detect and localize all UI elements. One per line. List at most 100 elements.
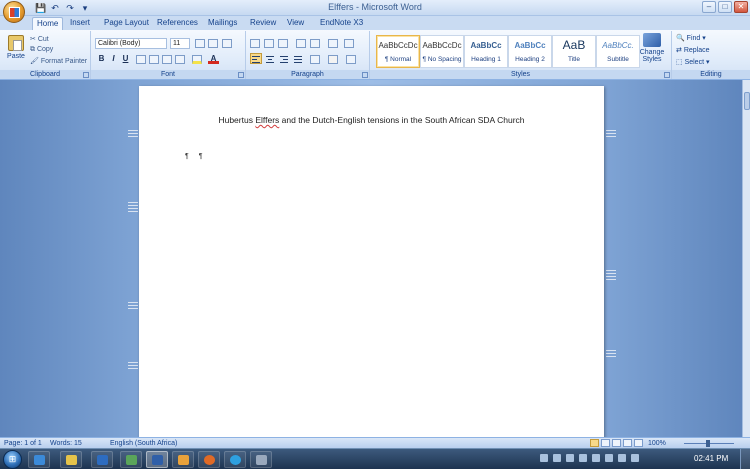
- increase-indent-icon[interactable]: [310, 39, 320, 48]
- tab-home[interactable]: Home: [32, 17, 64, 30]
- grow-font-icon[interactable]: [195, 39, 205, 48]
- change-styles-icon: [643, 33, 661, 47]
- sort-icon[interactable]: [328, 39, 338, 48]
- margin-marks-left: [128, 302, 138, 311]
- tab-insert[interactable]: Insert: [66, 17, 94, 30]
- style-title[interactable]: AaB Title: [552, 35, 596, 68]
- copy-button[interactable]: ⧉ Copy: [30, 46, 53, 54]
- paragraph-dialog-launcher[interactable]: [362, 72, 368, 78]
- tab-review[interactable]: Review: [246, 17, 280, 30]
- format-painter-button[interactable]: 🖌 Format Painter: [30, 57, 87, 65]
- align-center-icon[interactable]: [264, 53, 276, 64]
- align-right-icon[interactable]: [278, 53, 290, 64]
- taskbar-app[interactable]: [120, 451, 142, 468]
- office-button[interactable]: [3, 1, 25, 23]
- tab-endnote[interactable]: EndNote X3: [316, 17, 367, 30]
- cut-button[interactable]: ✂ Cut: [30, 35, 49, 43]
- style-heading-2[interactable]: AaBbCc Heading 2: [508, 35, 552, 68]
- margin-marks-left: [128, 130, 138, 139]
- taskbar-firefox[interactable]: [198, 451, 220, 468]
- tray-icon[interactable]: [540, 454, 548, 462]
- superscript-icon[interactable]: [162, 55, 172, 64]
- outline-view-button[interactable]: [623, 439, 632, 447]
- highlight-icon[interactable]: [192, 55, 202, 64]
- document-title[interactable]: Hubertus Elffers and the Dutch-English t…: [139, 115, 604, 125]
- zoom-slider-thumb[interactable]: [706, 440, 710, 447]
- italic-button[interactable]: I: [108, 53, 119, 64]
- minimize-button[interactable]: –: [702, 1, 716, 13]
- margin-marks-left: [128, 362, 138, 371]
- font-dialog-launcher[interactable]: [238, 72, 244, 78]
- numbering-icon[interactable]: [264, 39, 274, 48]
- tab-references[interactable]: References: [153, 17, 202, 30]
- taskbar: ⊞ 02:41 PM: [0, 448, 750, 469]
- tray-icon[interactable]: [566, 454, 574, 462]
- justify-icon[interactable]: [292, 53, 304, 64]
- styles-dialog-launcher[interactable]: [664, 72, 670, 78]
- style-normal[interactable]: AaBbCcDc ¶ Normal: [376, 35, 420, 68]
- taskbar-word[interactable]: [146, 451, 168, 468]
- line-spacing-icon[interactable]: [310, 55, 320, 64]
- tray-icon[interactable]: [553, 454, 561, 462]
- full-screen-reading-button[interactable]: [601, 439, 610, 447]
- style-preview: AaBbCc: [470, 41, 502, 50]
- tray-icon[interactable]: [605, 454, 613, 462]
- strikethrough-icon[interactable]: [136, 55, 146, 64]
- bold-button[interactable]: B: [96, 53, 107, 64]
- change-styles-button[interactable]: Change Styles: [634, 32, 670, 68]
- network-icon[interactable]: [618, 454, 626, 462]
- clipboard-dialog-launcher[interactable]: [83, 72, 89, 78]
- taskbar-media[interactable]: [91, 451, 113, 468]
- clear-formatting-icon[interactable]: [222, 39, 232, 48]
- bullets-icon[interactable]: [250, 39, 260, 48]
- maximize-button[interactable]: □: [718, 1, 732, 13]
- taskbar-misc[interactable]: [250, 451, 272, 468]
- taskbar-ie[interactable]: [28, 451, 50, 468]
- scrollbar-thumb[interactable]: [744, 92, 750, 110]
- replace-button[interactable]: ⇄ Replace: [676, 46, 710, 54]
- taskbar-skype[interactable]: [224, 451, 246, 468]
- font-size-combo[interactable]: 11: [170, 38, 190, 49]
- title-word-misspelled: Elffers: [255, 115, 280, 125]
- taskbar-clock[interactable]: 02:41 PM: [694, 454, 728, 463]
- volume-icon[interactable]: [631, 454, 639, 462]
- draft-view-button[interactable]: [634, 439, 643, 447]
- system-tray: [540, 454, 639, 462]
- select-button[interactable]: ⬚ Select ▾: [676, 58, 710, 66]
- tray-icon[interactable]: [579, 454, 587, 462]
- close-button[interactable]: ✕: [734, 1, 748, 13]
- taskbar-outlook[interactable]: [172, 451, 194, 468]
- show-desktop-button[interactable]: [740, 449, 750, 469]
- web-layout-button[interactable]: [612, 439, 621, 447]
- decrease-indent-icon[interactable]: [296, 39, 306, 48]
- taskbar-explorer[interactable]: [60, 451, 82, 468]
- borders-icon[interactable]: [346, 55, 356, 64]
- find-button[interactable]: 🔍 Find ▾: [676, 34, 706, 42]
- tab-mailings[interactable]: Mailings: [204, 17, 241, 30]
- styles-group-label: Styles: [370, 70, 671, 79]
- document-page[interactable]: Hubertus Elffers and the Dutch-English t…: [139, 86, 604, 437]
- ie-icon: [34, 455, 45, 465]
- shrink-font-icon[interactable]: [208, 39, 218, 48]
- paste-button[interactable]: Paste: [4, 33, 28, 67]
- vertical-scrollbar[interactable]: [742, 80, 750, 437]
- font-name-combo[interactable]: Calibri (Body): [95, 38, 167, 49]
- tab-page-layout[interactable]: Page Layout: [100, 17, 153, 30]
- change-case-icon[interactable]: [175, 55, 185, 64]
- underline-button[interactable]: U: [120, 53, 131, 64]
- style-name: Subtitle: [607, 56, 629, 63]
- tab-view[interactable]: View: [283, 17, 308, 30]
- paste-label: Paste: [7, 53, 25, 60]
- tray-icon[interactable]: [592, 454, 600, 462]
- show-hide-marks-icon[interactable]: [344, 39, 354, 48]
- font-color-button[interactable]: A: [208, 53, 219, 64]
- print-layout-view-button[interactable]: [590, 439, 599, 447]
- subscript-icon[interactable]: [149, 55, 159, 64]
- start-button[interactable]: ⊞: [3, 450, 22, 469]
- style-no-spacing[interactable]: AaBbCcDc ¶ No Spacing: [420, 35, 464, 68]
- multilevel-list-icon[interactable]: [278, 39, 288, 48]
- paragraph-group-label: Paragraph: [246, 70, 369, 79]
- align-left-icon[interactable]: [250, 53, 262, 64]
- style-heading-1[interactable]: AaBbCc Heading 1: [464, 35, 508, 68]
- shading-icon[interactable]: [328, 55, 338, 64]
